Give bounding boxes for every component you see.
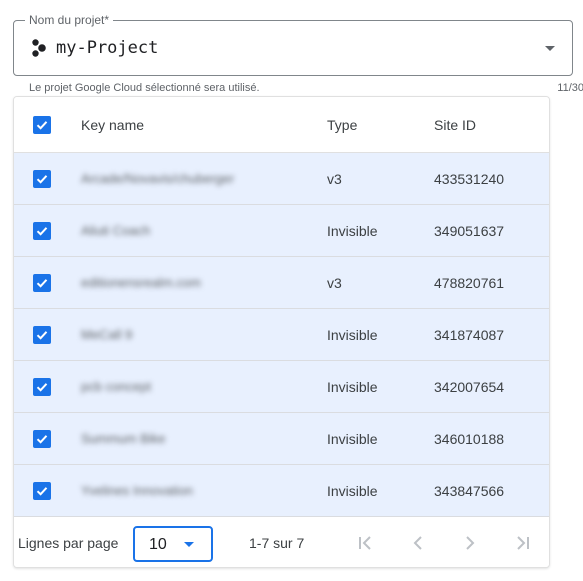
- table-row[interactable]: editionensrealm.com v3 478820761: [14, 257, 549, 309]
- site-id: 346010188: [434, 430, 505, 447]
- rows-per-page-label: Lignes par page: [18, 535, 119, 551]
- check-icon: [36, 174, 48, 184]
- check-icon: [36, 120, 48, 130]
- header-type[interactable]: Type: [327, 97, 357, 152]
- site-id: 341874087: [434, 326, 505, 343]
- site-id: 349051637: [434, 222, 505, 239]
- key-type: Invisible: [327, 482, 378, 499]
- rows-per-page-value: 10: [149, 536, 167, 553]
- row-checkbox[interactable]: [33, 273, 51, 292]
- key-type: Invisible: [327, 222, 378, 239]
- site-id: 433531240: [434, 170, 505, 187]
- table-header: Key name Type Site ID: [14, 97, 549, 153]
- row-checkbox-cell: [33, 309, 51, 360]
- site-id: 478820761: [434, 274, 505, 291]
- first-page-button[interactable]: [352, 529, 380, 557]
- table-pagination: Lignes par page 10 1-7 sur 7: [14, 517, 549, 567]
- first-page-icon: [359, 536, 371, 550]
- pagination-range: 1-7 sur 7: [249, 535, 305, 551]
- site-id: 342007654: [434, 378, 505, 395]
- check-icon: [36, 486, 48, 496]
- row-checkbox-cell: [33, 153, 51, 204]
- check-icon: [36, 434, 48, 444]
- key-type: Invisible: [327, 378, 378, 395]
- chevron-down-icon: [184, 542, 194, 547]
- row-checkbox[interactable]: [33, 325, 51, 344]
- site-id: 343847566: [434, 482, 505, 499]
- last-page-icon: [517, 536, 529, 550]
- key-name: Aliuti Coach: [81, 223, 151, 238]
- row-checkbox-cell: [33, 257, 51, 308]
- keys-table: Key name Type Site ID Arcade/Novavis/chu…: [13, 96, 550, 568]
- table-row[interactable]: pcb concept Invisible 342007654: [14, 361, 549, 413]
- key-type: Invisible: [327, 326, 378, 343]
- row-checkbox[interactable]: [33, 481, 51, 500]
- dropdown-arrow-icon[interactable]: [545, 46, 555, 51]
- chevron-right-icon: [466, 536, 475, 550]
- check-icon: [36, 278, 48, 288]
- key-type: v3: [327, 274, 342, 291]
- row-checkbox-cell: [33, 465, 51, 516]
- rows-per-page-select[interactable]: 10: [133, 526, 213, 562]
- table-row[interactable]: Summum Bike Invisible 346010188: [14, 413, 549, 465]
- check-icon: [36, 226, 48, 236]
- previous-page-button[interactable]: [404, 529, 432, 557]
- row-checkbox[interactable]: [33, 221, 51, 240]
- row-checkbox-cell: [33, 413, 51, 464]
- check-icon: [36, 382, 48, 392]
- check-icon: [36, 330, 48, 340]
- key-type: v3: [327, 170, 342, 187]
- header-key-name[interactable]: Key name: [81, 97, 144, 152]
- key-name: editionensrealm.com: [81, 275, 201, 290]
- key-name: MeCall 9: [81, 327, 133, 342]
- table-row[interactable]: Aliuti Coach Invisible 349051637: [14, 205, 549, 257]
- key-name: Summum Bike: [81, 431, 166, 446]
- chevron-left-icon: [413, 536, 422, 550]
- project-name-field[interactable]: Nom du projet* my-Project: [13, 13, 573, 76]
- key-name: pcb concept: [81, 379, 152, 394]
- project-name-value: my-Project: [56, 38, 159, 58]
- project-logo-icon: [32, 39, 46, 57]
- key-type: Invisible: [327, 430, 378, 447]
- project-name-label: Nom du projet*: [25, 13, 114, 27]
- table-row[interactable]: Yvelines Innovation Invisible 343847566: [14, 465, 549, 517]
- row-checkbox-cell: [33, 361, 51, 412]
- row-checkbox[interactable]: [33, 429, 51, 448]
- table-row[interactable]: MeCall 9 Invisible 341874087: [14, 309, 549, 361]
- next-page-button[interactable]: [456, 529, 484, 557]
- project-hint: Le projet Google Cloud sélectionné sera …: [29, 82, 260, 94]
- row-checkbox[interactable]: [33, 377, 51, 396]
- row-checkbox-cell: [33, 205, 51, 256]
- table-row[interactable]: Arcade/Novavis/chuberger v3 433531240: [14, 153, 549, 205]
- header-site-id[interactable]: Site ID: [434, 97, 476, 152]
- key-name: Yvelines Innovation: [81, 483, 194, 498]
- select-all-checkbox[interactable]: [33, 115, 51, 134]
- project-hint-row: Le projet Google Cloud sélectionné sera …: [29, 82, 583, 95]
- last-page-button[interactable]: [508, 529, 536, 557]
- row-checkbox[interactable]: [33, 169, 51, 188]
- select-all-cell: [33, 97, 51, 152]
- character-counter: 11/30: [557, 82, 583, 94]
- key-name: Arcade/Novavis/chuberger: [81, 171, 235, 186]
